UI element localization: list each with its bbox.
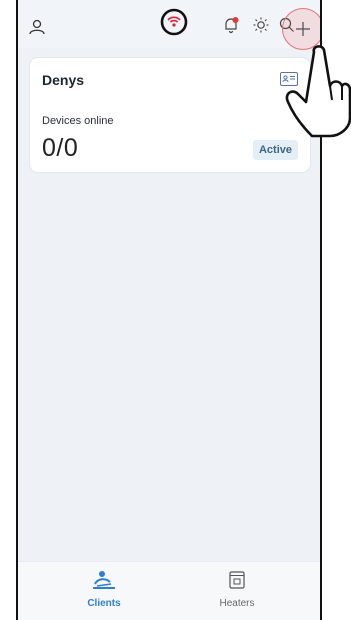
devices-online-label: Devices online [42, 115, 114, 127]
nav-clients-label: Clients [87, 598, 121, 609]
bottom-navigation: Clients Heaters [18, 561, 320, 620]
user-icon[interactable] [28, 18, 46, 36]
app-screen: Denys Devices online 0/0 Active Clients … [16, 0, 322, 620]
devices-online-value: 0/0 [42, 134, 79, 162]
nav-heaters[interactable]: Heaters [202, 568, 272, 616]
brightness-icon[interactable] [252, 16, 270, 34]
top-bar [18, 0, 320, 50]
wifi-signal-icon[interactable] [160, 8, 188, 36]
client-name: Denys [42, 72, 85, 88]
pointing-hand-icon [285, 45, 351, 138]
clients-icon [92, 568, 116, 592]
notification-bell-icon[interactable] [222, 16, 240, 34]
status-badge: Active [252, 140, 298, 160]
nav-heaters-label: Heaters [219, 598, 255, 609]
client-card[interactable]: Denys Devices online 0/0 Active [30, 58, 310, 172]
nav-clients[interactable]: Clients [69, 568, 139, 616]
heater-icon [225, 568, 249, 592]
